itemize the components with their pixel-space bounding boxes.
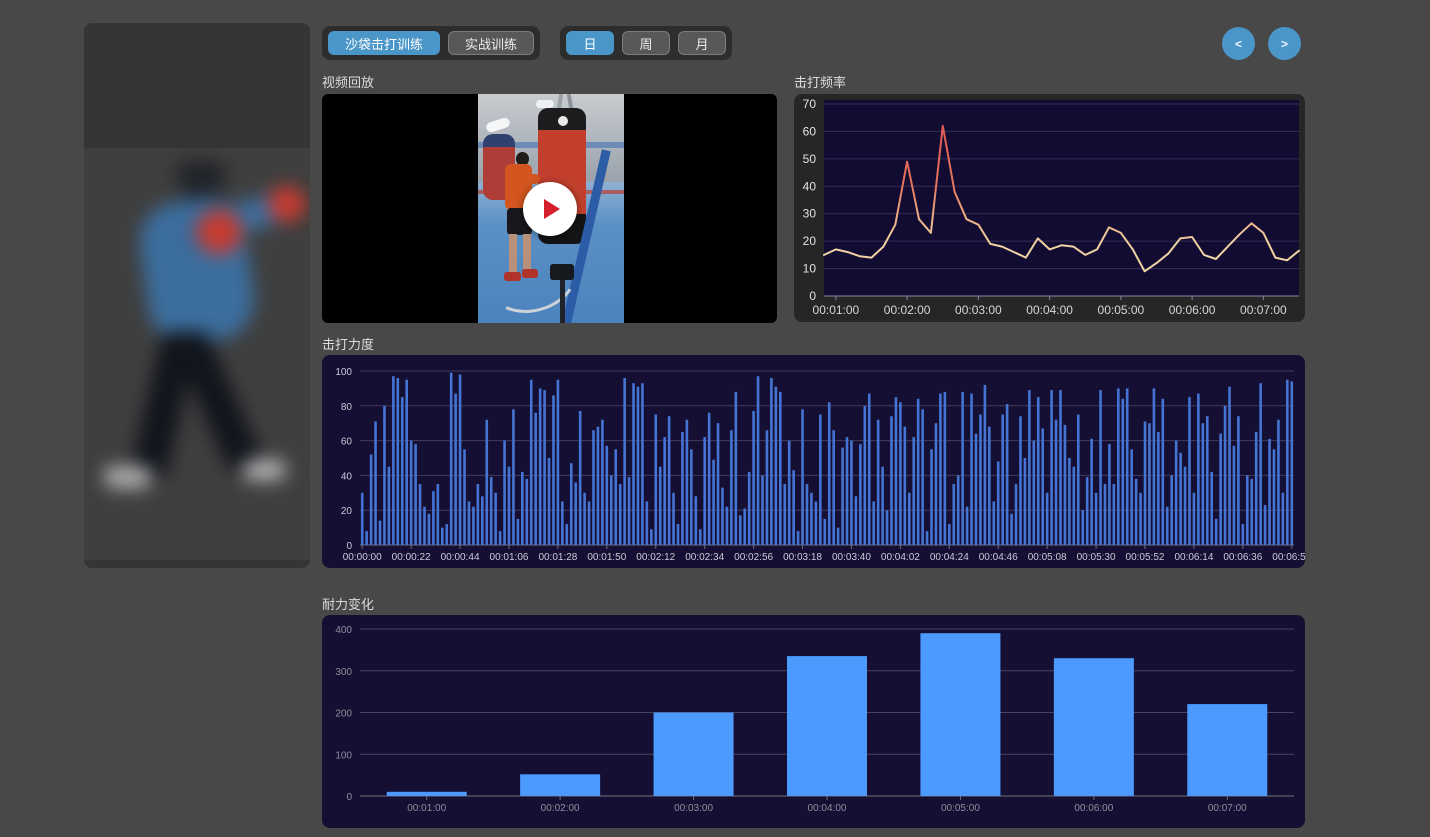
athlete-photo-panel	[84, 23, 310, 568]
tab-week[interactable]: 周	[622, 31, 670, 55]
tab-sparring-training[interactable]: 实战训练	[448, 31, 534, 55]
svg-text:00:02:00: 00:02:00	[541, 803, 580, 814]
svg-text:00:04:24: 00:04:24	[930, 552, 969, 563]
svg-text:00:03:18: 00:03:18	[783, 552, 822, 563]
svg-text:20: 20	[341, 506, 353, 517]
svg-text:00:04:46: 00:04:46	[979, 552, 1018, 563]
svg-text:00:02:12: 00:02:12	[636, 552, 675, 563]
svg-text:00:04:00: 00:04:00	[1026, 303, 1073, 317]
svg-text:00:04:00: 00:04:00	[808, 803, 847, 814]
svg-text:60: 60	[341, 437, 353, 448]
svg-text:00:00:00: 00:00:00	[343, 552, 382, 563]
endurance-chart-card: 0 100 200 300 400 00:01:00 00:02:00 00:03:00 00:…	[322, 615, 1305, 828]
training-mode-tab-group: 沙袋击打训练 实战训练	[322, 26, 540, 60]
svg-text:00:02:34: 00:02:34	[685, 552, 724, 563]
svg-text:200: 200	[335, 709, 352, 720]
svg-text:00:06:36: 00:06:36	[1223, 552, 1262, 563]
svg-text:00:05:00: 00:05:00	[941, 803, 980, 814]
trainee-arm	[526, 174, 540, 184]
svg-text:0: 0	[346, 541, 352, 552]
svg-text:100: 100	[335, 750, 352, 761]
svg-text:20: 20	[803, 234, 817, 248]
svg-text:00:06:00: 00:06:00	[1074, 803, 1113, 814]
play-icon	[544, 199, 560, 219]
svg-text:40: 40	[803, 179, 817, 193]
svg-text:00:06:58: 00:06:58	[1272, 552, 1305, 563]
gym-light	[536, 100, 554, 108]
tab-month[interactable]: 月	[678, 31, 726, 55]
svg-text:60: 60	[803, 124, 817, 138]
frequency-line-chart: 0 10 20 30 40 50 60 70 00:01:00 00:02:00 00:03:00 0…	[794, 94, 1305, 322]
svg-text:00:06:14: 00:06:14	[1174, 552, 1213, 563]
svg-text:00:04:02: 00:04:02	[881, 552, 920, 563]
chevron-left-icon: <	[1235, 37, 1242, 51]
play-button[interactable]	[523, 182, 577, 236]
prev-button[interactable]: <	[1222, 27, 1255, 60]
svg-text:00:00:44: 00:00:44	[441, 552, 480, 563]
tab-sandbag-training[interactable]: 沙袋击打训练	[328, 31, 440, 55]
svg-text:00:07:00: 00:07:00	[1208, 803, 1247, 814]
svg-text:00:01:06: 00:01:06	[490, 552, 529, 563]
svg-text:00:05:00: 00:05:00	[1098, 303, 1145, 317]
svg-text:00:00:22: 00:00:22	[392, 552, 431, 563]
svg-text:0: 0	[809, 289, 816, 303]
svg-text:00:02:56: 00:02:56	[734, 552, 773, 563]
athlete-photo	[84, 148, 310, 560]
svg-text:00:01:50: 00:01:50	[587, 552, 626, 563]
boxer-leg-right	[171, 325, 266, 479]
tripod-leg	[560, 280, 565, 323]
boxer-shoe-right	[242, 460, 286, 480]
endurance-section-title: 耐力变化	[322, 594, 374, 613]
force-bar-chart: 0 20 40 60 80 100 00:00:00 00:00:22 00:00:44 00:0…	[322, 355, 1305, 568]
svg-text:00:07:00: 00:07:00	[1240, 303, 1287, 317]
svg-text:0: 0	[346, 792, 352, 803]
frequency-section-title: 击打频率	[794, 72, 846, 91]
svg-text:00:03:00: 00:03:00	[674, 803, 713, 814]
boxer-shoe-left	[104, 466, 152, 488]
next-button[interactable]: >	[1268, 27, 1301, 60]
svg-text:00:01:00: 00:01:00	[813, 303, 860, 317]
svg-text:30: 30	[803, 207, 817, 221]
svg-text:40: 40	[341, 471, 353, 482]
svg-text:00:06:00: 00:06:00	[1169, 303, 1216, 317]
boxer-figure	[84, 148, 310, 560]
force-chart-card: 0 20 40 60 80 100 00:00:00 00:00:22 00:00:44 00:0…	[322, 355, 1305, 568]
svg-text:00:02:00: 00:02:00	[884, 303, 931, 317]
video-section-title: 视频回放	[322, 72, 374, 91]
svg-text:50: 50	[803, 152, 817, 166]
svg-text:80: 80	[341, 402, 353, 413]
svg-text:00:05:52: 00:05:52	[1126, 552, 1165, 563]
video-player[interactable]	[322, 94, 777, 323]
chevron-right-icon: >	[1281, 37, 1288, 51]
svg-text:00:01:28: 00:01:28	[538, 552, 577, 563]
force-section-title: 击打力度	[322, 334, 374, 353]
svg-text:300: 300	[335, 667, 352, 678]
svg-text:00:05:30: 00:05:30	[1077, 552, 1116, 563]
svg-text:70: 70	[803, 97, 817, 111]
endurance-bar-chart: 0 100 200 300 400 00:01:00 00:02:00 00:03:00 00:…	[322, 615, 1305, 828]
svg-text:00:01:00: 00:01:00	[407, 803, 446, 814]
svg-text:100: 100	[335, 367, 352, 378]
frequency-chart-card: 0 10 20 30 40 50 60 70 00:01:00 00:02:00 00:03:00 0…	[794, 94, 1305, 322]
svg-text:00:05:08: 00:05:08	[1028, 552, 1067, 563]
svg-text:00:03:40: 00:03:40	[832, 552, 871, 563]
tab-day[interactable]: 日	[566, 31, 614, 55]
svg-text:10: 10	[803, 262, 817, 276]
svg-text:00:03:00: 00:03:00	[955, 303, 1002, 317]
boxer-glove-front	[196, 210, 242, 254]
svg-text:400: 400	[335, 625, 352, 636]
bag-tag	[558, 116, 568, 126]
period-tab-group: 日 周 月	[560, 26, 732, 60]
boxer-glove-up	[268, 186, 306, 222]
camera	[550, 264, 574, 280]
